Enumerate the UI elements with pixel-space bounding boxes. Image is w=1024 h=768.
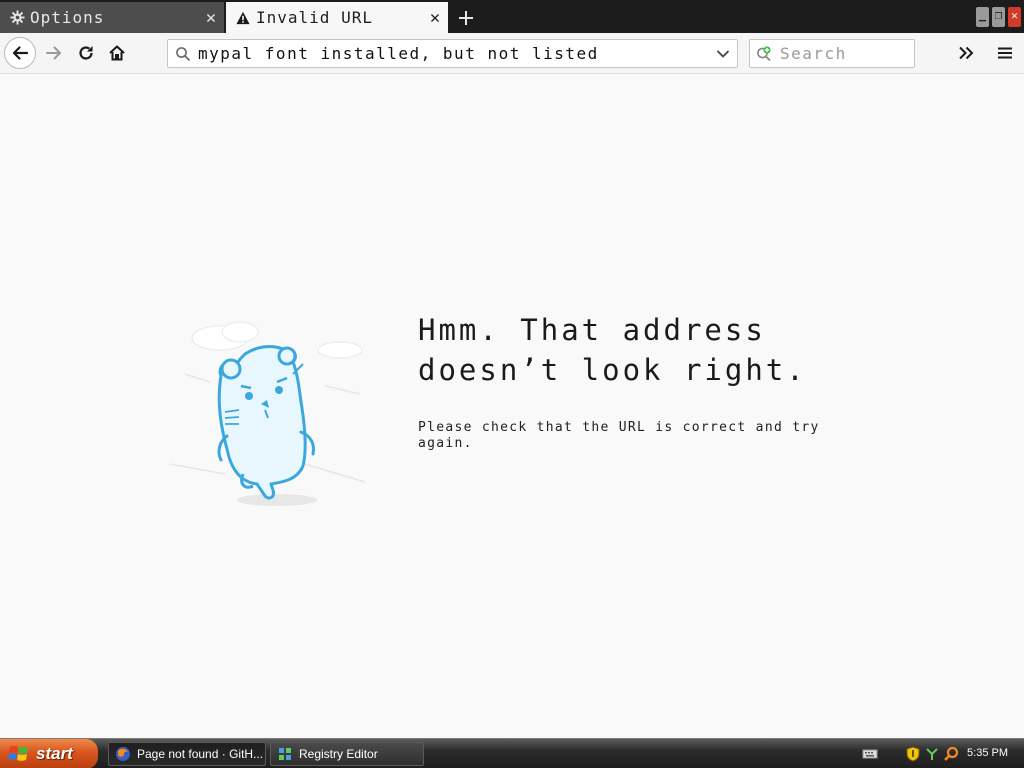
search-bar[interactable] (749, 39, 915, 68)
firefox-icon (116, 747, 130, 761)
mascot-illustration (165, 314, 370, 514)
restore-button[interactable]: ❐ (992, 7, 1005, 27)
minimize-button[interactable]: ▁ (976, 7, 989, 27)
new-tab-button[interactable] (452, 2, 480, 33)
search-tray-icon[interactable] (943, 746, 959, 762)
search-input[interactable] (780, 44, 914, 63)
navigation-toolbar (0, 33, 1024, 74)
error-title: Hmm. That address doesn’t look right. (418, 313, 807, 387)
start-label: start (36, 744, 73, 763)
forward-button[interactable] (40, 39, 68, 67)
url-bar[interactable] (167, 39, 738, 68)
gear-icon (6, 10, 28, 25)
tab-label: Invalid URL (256, 8, 373, 27)
registry-editor-icon (279, 748, 291, 760)
home-button[interactable] (103, 39, 131, 67)
arrow-right-icon (46, 46, 61, 60)
taskbar-item-label: Page not found · GitH... (137, 747, 264, 761)
keyboard-icon[interactable] (862, 746, 878, 762)
window-close-button[interactable]: ✕ (1008, 7, 1021, 27)
reload-icon (79, 46, 93, 60)
menu-button[interactable] (990, 39, 1020, 67)
warning-icon (232, 11, 254, 25)
arrow-left-icon (12, 46, 29, 60)
reload-button[interactable] (72, 39, 100, 67)
tab-label: Options (30, 8, 105, 27)
tab-invalid-url[interactable]: Invalid URL ✕ (226, 2, 448, 33)
start-button[interactable]: start (0, 739, 98, 768)
tab-options[interactable]: Options ✕ (0, 2, 224, 33)
network-icon[interactable] (924, 746, 940, 762)
clock: 5:35 PM (967, 747, 1008, 759)
close-tab-icon[interactable]: ✕ (422, 8, 448, 28)
taskbar-item-browser[interactable]: Page not found · GitH... (108, 742, 266, 766)
windows-logo-icon (8, 745, 28, 761)
url-input[interactable] (198, 44, 709, 63)
taskbar-item-registry-editor[interactable]: Registry Editor (270, 742, 424, 766)
error-description: Please check that the URL is correct and… (418, 420, 820, 451)
close-tab-icon[interactable]: ✕ (198, 8, 224, 28)
search-icon (168, 46, 198, 62)
overflow-button[interactable] (951, 39, 981, 67)
taskbar: start Page not found · GitH... Registry … (0, 738, 1024, 768)
security-shield-icon[interactable] (905, 746, 921, 762)
hamburger-menu-icon (998, 47, 1012, 59)
error-page: Hmm. That address doesn’t look right. Pl… (0, 74, 1024, 738)
back-button[interactable] (4, 37, 36, 69)
chevron-down-icon[interactable] (709, 49, 737, 59)
home-icon (109, 45, 125, 61)
double-chevron-right-icon (959, 46, 974, 60)
plus-icon (459, 10, 473, 25)
taskbar-item-label: Registry Editor (299, 747, 378, 761)
search-engine-icon (750, 45, 780, 62)
tab-strip: Options ✕ Invalid URL ✕ ▁ ❐ ✕ (0, 0, 1024, 33)
